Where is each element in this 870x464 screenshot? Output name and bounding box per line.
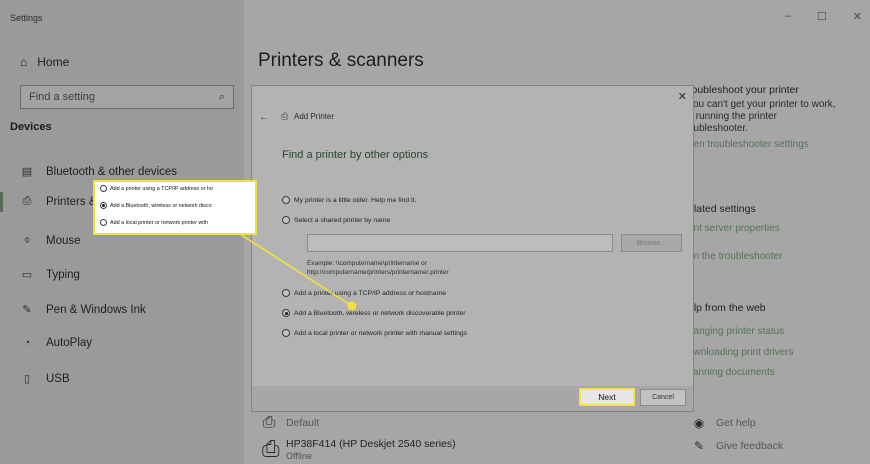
page-title: Printers & scanners [258, 50, 424, 71]
example-text: Example: \\computername\printername or h… [307, 259, 449, 277]
radio-button-selected[interactable] [282, 309, 290, 317]
minimize-icon[interactable]: – [785, 10, 791, 23]
browse-button[interactable]: Browse... [621, 234, 682, 252]
option-label: Add a Bluetooth, wireless or network dis… [110, 202, 212, 209]
fax-icon: ⎙ [262, 414, 276, 431]
printer-icon: ⎙ [281, 111, 289, 121]
sidebar-item-label: Pen & Windows Ink [46, 303, 146, 316]
home-icon: ⌂ [20, 55, 28, 69]
mouse-icon: ⌽ [23, 234, 31, 246]
sidebar-item-mouse[interactable]: ⌽ Mouse [20, 234, 81, 247]
app-title: Settings [10, 13, 43, 23]
radio-button[interactable] [282, 329, 290, 337]
close-icon[interactable]: ✕ [853, 10, 862, 23]
option-label: Add a local printer or network printer w… [110, 219, 208, 226]
zoom-callout: Add a printer using a TCP/IP address or … [93, 180, 257, 235]
sidebar-item-autoplay[interactable]: ◔ AutoPlay [20, 337, 92, 349]
sidebar-item-label: Mouse [46, 234, 81, 247]
back-arrow-icon[interactable]: ← [259, 112, 269, 123]
pen-icon: ✎ [22, 304, 32, 316]
dialog-title: Find a printer by other options [282, 149, 429, 161]
print-server-link[interactable]: rint server properties [688, 223, 780, 234]
related-settings-heading: elated settings [688, 203, 756, 215]
search-placeholder: Find a setting [29, 91, 96, 103]
autoplay-icon: ◔ [23, 337, 31, 349]
option-label: Add a Bluetooth, wireless or network dis… [294, 309, 466, 317]
option-bluetooth-wireless[interactable]: Add a Bluetooth, wireless or network dis… [282, 309, 466, 317]
option-label: Add a printer using a TCP/IP address or … [294, 289, 447, 297]
sidebar-item-bluetooth[interactable]: ▤ Bluetooth & other devices [20, 165, 178, 179]
option-label: Select a shared printer by name [294, 216, 391, 224]
option-local-manual[interactable]: Add a local printer or network printer w… [282, 329, 467, 337]
maximize-icon[interactable]: ☐ [817, 10, 827, 23]
dialog-close-icon[interactable]: ✕ [678, 90, 687, 103]
sidebar-item-label: Typing [46, 268, 80, 281]
option-label: Add a printer using a TCP/IP address or … [110, 185, 213, 192]
callout-option-tcpip[interactable]: Add a printer using a TCP/IP address or … [100, 185, 252, 192]
usb-icon: ▯ [23, 373, 31, 385]
printer-item-hp[interactable]: ⎙ HP38F414 (HP Deskjet 2540 series) Offl… [262, 436, 456, 462]
next-button[interactable]: Next [579, 388, 635, 406]
web-link-drivers[interactable]: ownloading print drivers [688, 347, 794, 358]
nav-home-label: Home [37, 55, 70, 69]
option-shared-printer[interactable]: Select a shared printer by name [282, 216, 390, 224]
sidebar-item-label: Bluetooth & other devices [46, 165, 178, 178]
add-printer-dialog: ✕ ← ⎙ Add Printer Find a printer by othe… [251, 85, 694, 412]
get-help-link[interactable]: ◉ Get help [692, 416, 756, 430]
get-help-label: Get help [716, 417, 756, 429]
sidebar-item-label: AutoPlay [46, 337, 93, 349]
radio-button[interactable] [282, 289, 290, 297]
radio-button[interactable] [100, 185, 107, 192]
printer-name: Default [286, 417, 320, 429]
search-icon: ⌕ [218, 90, 225, 103]
give-feedback-label: Give feedback [716, 440, 784, 452]
sidebar-item-pen[interactable]: ✎ Pen & Windows Ink [20, 303, 146, 317]
radio-button[interactable] [100, 219, 107, 226]
option-label: My printer is a little older. Help me fi… [294, 196, 417, 204]
option-tcpip[interactable]: Add a printer using a TCP/IP address or … [282, 289, 446, 297]
sidebar-item-usb[interactable]: ▯ USB [20, 372, 70, 386]
open-troubleshooter-link[interactable]: pen troubleshooter settings [688, 139, 809, 150]
printer-item-default[interactable]: ⎙ Default [262, 414, 320, 432]
troubleshoot-text-2: y running the printer [688, 111, 777, 122]
run-troubleshooter-link[interactable]: un the troubleshooter [688, 251, 783, 262]
example-line-1: Example: \\computername\printername or [307, 260, 427, 267]
radio-button[interactable] [282, 196, 290, 204]
dialog-header: Add Printer [294, 112, 335, 121]
window-controls: – ☐ ✕ [785, 10, 862, 23]
option-label: Add a local printer or network printer w… [294, 329, 468, 337]
printer-name: HP38F414 (HP Deskjet 2540 series) [286, 438, 456, 450]
troubleshoot-text-3: oubleshooter. [688, 123, 749, 134]
bluetooth-devices-icon: ▤ [21, 166, 33, 178]
sidebar-item-typing[interactable]: ▭ Typing [20, 268, 80, 282]
give-feedback-link[interactable]: ✎ Give feedback [692, 439, 783, 453]
radio-button-selected[interactable] [100, 202, 107, 209]
printer-icon: ⎙ [22, 195, 32, 207]
printer-icon: ⎙ [262, 436, 280, 461]
help-icon: ◉ [693, 416, 705, 430]
search-input[interactable]: Find a setting ⌕ [20, 85, 234, 109]
nav-home[interactable]: ⌂ Home [20, 55, 69, 69]
example-line-2: http://computername/printers/printername… [307, 269, 449, 276]
sidebar-item-label: USB [46, 372, 70, 385]
troubleshoot-text-1: you can't get your printer to work, [688, 99, 836, 110]
shared-printer-input[interactable] [307, 234, 613, 252]
keyboard-icon: ▭ [21, 269, 33, 281]
troubleshoot-heading: roubleshoot your printer [688, 84, 799, 96]
web-link-scanning[interactable]: canning documents [688, 367, 775, 378]
web-link-status[interactable]: hanging printer status [688, 326, 784, 337]
active-indicator [0, 192, 3, 212]
feedback-icon: ✎ [693, 439, 705, 453]
callout-option-local[interactable]: Add a local printer or network printer w… [100, 219, 252, 226]
callout-option-bluetooth[interactable]: Add a Bluetooth, wireless or network dis… [100, 202, 252, 209]
option-older-printer[interactable]: My printer is a little older. Help me fi… [282, 196, 416, 204]
printer-status: Offline [286, 451, 312, 461]
section-title: Devices [10, 121, 52, 133]
cancel-button[interactable]: Cancel [640, 389, 686, 406]
web-help-heading: elp from the web [688, 302, 766, 314]
radio-button[interactable] [282, 216, 290, 224]
